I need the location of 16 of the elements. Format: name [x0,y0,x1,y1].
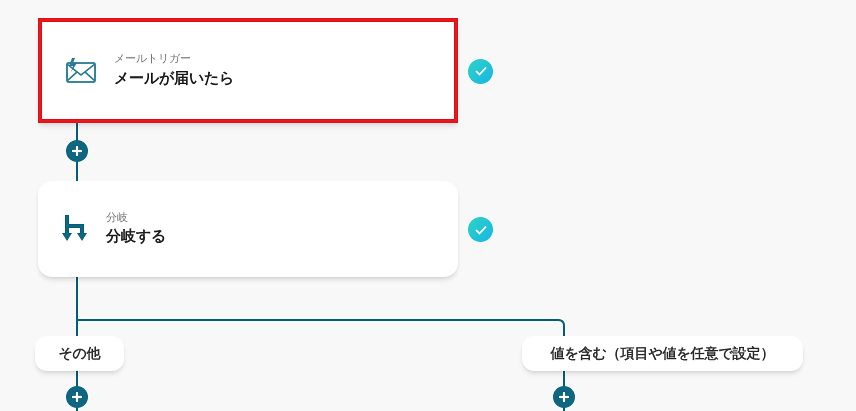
branch-icon [62,215,88,243]
step-title: 分岐する [106,227,166,248]
envelope-icon [66,58,96,84]
branch-label[interactable]: その他 [35,336,124,371]
plus-icon [72,392,82,402]
add-step-button[interactable] [66,140,88,162]
plus-icon [559,392,569,402]
step-type-label: メールトリガー [114,52,192,68]
step-card[interactable]: メールトリガー メールが届いたら [38,18,458,123]
add-step-button[interactable] [66,386,88,408]
branch-label[interactable]: 値を含む（項目や値を任意で設定） [522,336,803,371]
add-step-button[interactable] [553,386,575,408]
step-title: メールが届いたら [114,68,234,89]
step-type-label: 分岐 [106,210,129,226]
step-card[interactable]: 分岐 分岐する [38,181,458,277]
plus-icon [72,146,82,156]
